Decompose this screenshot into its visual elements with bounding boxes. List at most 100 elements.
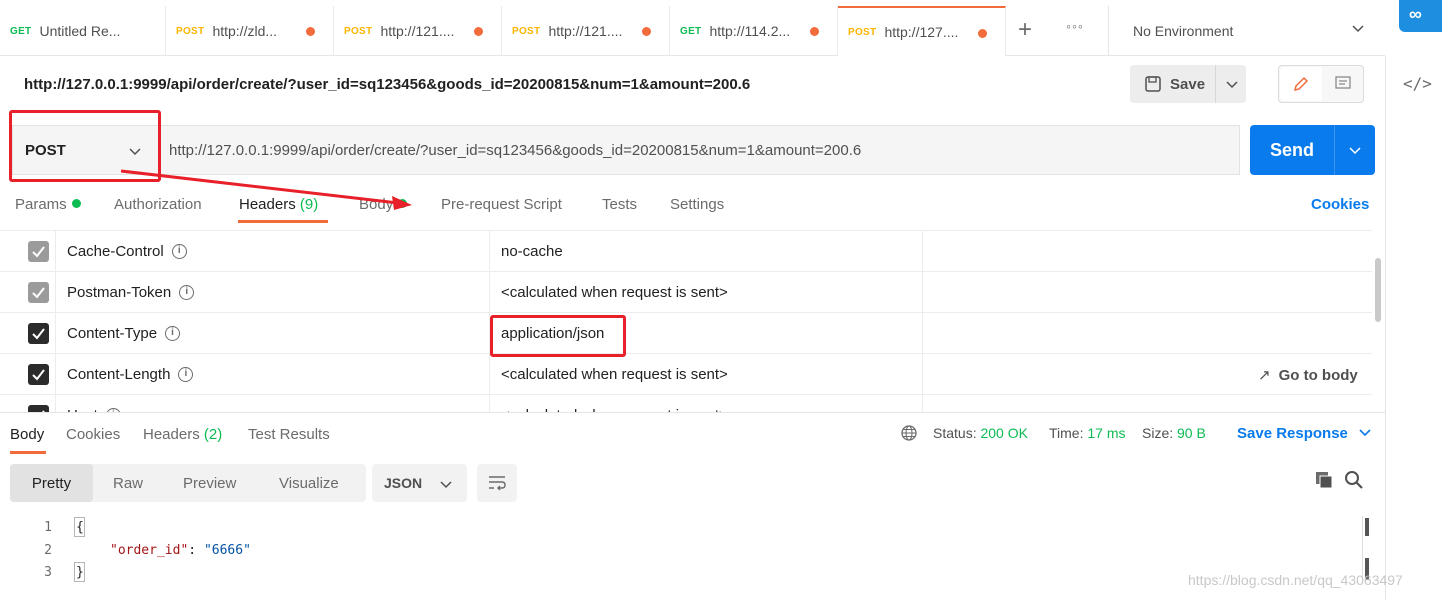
tab-method: POST [512, 25, 541, 37]
request-tab[interactable]: POST http://zld... [166, 6, 334, 56]
chevron-down-icon [1359, 429, 1371, 437]
header-key[interactable]: Content-Length i [67, 354, 194, 395]
table-row: Content-Type i application/json [0, 313, 1372, 354]
chevron-down-icon [129, 148, 141, 156]
view-visualize[interactable]: Visualize [279, 464, 339, 502]
tab-response-headers[interactable]: Headers (2) [143, 426, 222, 443]
header-value[interactable]: <calculated when request is sent> [501, 395, 728, 412]
request-name[interactable]: http://127.0.0.1:9999/api/order/create/?… [24, 76, 750, 93]
response-time: Time: 17 ms [1049, 425, 1126, 441]
table-row: Content-Length i <calculated when request… [0, 354, 1372, 395]
method-selector[interactable]: POST [12, 125, 159, 175]
watermark: https://blog.csdn.net/qq_43063497 [1188, 572, 1403, 588]
format-selector[interactable]: JSON [372, 464, 467, 502]
header-checkbox[interactable] [28, 241, 49, 262]
cookies-link[interactable]: Cookies [1311, 196, 1369, 213]
request-tab[interactable]: POST http://121.... [502, 6, 670, 56]
status-dot [71, 199, 81, 208]
pencil-icon [1293, 76, 1309, 92]
unsaved-dot [306, 27, 315, 36]
tab-authorization[interactable]: Authorization [114, 196, 202, 213]
active-tab-indicator [238, 220, 328, 223]
status-dot [398, 199, 408, 208]
tab-body[interactable]: Body [359, 196, 408, 213]
send-button[interactable]: Send [1250, 125, 1334, 175]
request-tab[interactable]: GET http://114.2... [670, 6, 838, 56]
tab-response-body[interactable]: Body [10, 426, 44, 443]
view-preview[interactable]: Preview [183, 464, 236, 502]
header-checkbox[interactable] [28, 405, 49, 412]
chevron-down-icon [1349, 147, 1361, 155]
table-row: Hosti <calculated when request is sent> [0, 395, 1372, 412]
view-raw[interactable]: Raw [113, 464, 143, 502]
header-key[interactable]: Cache-Control i [67, 231, 187, 272]
line-number: 1 [44, 520, 52, 535]
line-number: 3 [44, 565, 52, 580]
environment-label: No Environment [1133, 23, 1234, 39]
tab-pre-request-script[interactable]: Pre-request Script [441, 196, 562, 213]
postman-window: GET Untitled Re... POST http://zld... PO… [0, 0, 1442, 600]
header-value[interactable]: <calculated when request is sent> [501, 272, 728, 313]
tab-method: POST [848, 26, 877, 38]
active-tab-indicator [10, 451, 46, 454]
save-response-label: Save Response [1237, 425, 1348, 442]
size-label: Size: [1142, 425, 1174, 441]
environment-selector[interactable]: No Environment [1108, 6, 1385, 56]
tab-settings[interactable]: Settings [670, 196, 724, 213]
code-snippet-icon[interactable]: </> [1403, 74, 1442, 160]
url-input[interactable] [159, 125, 1240, 175]
header-checkbox[interactable] [28, 323, 49, 344]
header-key[interactable]: Hosti [67, 395, 121, 412]
request-tab-active[interactable]: POST http://127.... [838, 6, 1006, 57]
response-view-tabs: Pretty Raw Preview Visualize [10, 464, 366, 502]
status-label: Status: [933, 425, 977, 441]
comments-button[interactable] [1323, 67, 1363, 101]
send-options-button[interactable] [1334, 125, 1375, 175]
request-tab[interactable]: GET Untitled Re... [0, 6, 166, 56]
globe-icon[interactable] [900, 424, 918, 442]
headers-count: (9) [299, 196, 319, 213]
info-icon: i [179, 285, 195, 300]
wrap-lines-button[interactable] [477, 464, 517, 502]
header-value[interactable]: application/json [501, 313, 604, 354]
tab-label: http://114.2... [709, 23, 791, 39]
tab-label: Headers [239, 196, 296, 213]
save-response-button[interactable]: Save Response [1237, 425, 1372, 442]
save-options-button[interactable] [1215, 65, 1246, 103]
header-checkbox[interactable] [28, 282, 49, 303]
save-label: Save [1170, 75, 1206, 93]
table-row: Cache-Control i no-cache [0, 231, 1372, 272]
header-key[interactable]: Postman-Token i [67, 272, 195, 313]
code-line: { [76, 520, 84, 535]
tab-label: http://127.... [884, 24, 959, 40]
new-tab-button[interactable]: + [1018, 16, 1032, 44]
info-icon: i [171, 244, 187, 259]
header-key[interactable]: Content-Type i [67, 313, 181, 354]
more-tabs-button[interactable]: ◦◦◦ [1066, 18, 1084, 34]
tab-tests[interactable]: Tests [602, 196, 637, 213]
right-sidebar: </> [1385, 56, 1442, 600]
info-icon: i [165, 326, 181, 341]
tab-method: POST [344, 25, 373, 37]
unsaved-dot [810, 27, 819, 36]
tab-response-cookies[interactable]: Cookies [66, 426, 120, 443]
view-pretty[interactable]: Pretty [10, 464, 93, 502]
search-icon[interactable] [1344, 470, 1364, 490]
go-to-body-link[interactable]: ↗ Go to body [1258, 366, 1358, 384]
header-checkbox[interactable] [28, 364, 49, 385]
edit-mode-button[interactable] [1280, 67, 1322, 101]
tab-label: Headers [143, 426, 200, 443]
request-tab[interactable]: POST http://121.... [334, 6, 502, 56]
tab-headers[interactable]: Headers (9) [239, 196, 318, 213]
tab-test-results[interactable]: Test Results [248, 426, 330, 443]
headers-scrollbar[interactable] [1375, 258, 1381, 322]
save-button[interactable]: Save [1130, 65, 1215, 103]
copy-icon[interactable] [1314, 470, 1334, 490]
header-value[interactable]: <calculated when request is sent> [501, 354, 728, 395]
response-status: Status: 200 OK [933, 425, 1028, 441]
response-body-editor[interactable]: 1 { 2 "order_id": "6666" 3 } [0, 514, 1385, 600]
tab-params[interactable]: Params [15, 196, 81, 213]
header-value[interactable]: no-cache [501, 231, 563, 272]
wrap-icon [489, 476, 506, 491]
tab-label: Untitled Re... [39, 23, 121, 39]
